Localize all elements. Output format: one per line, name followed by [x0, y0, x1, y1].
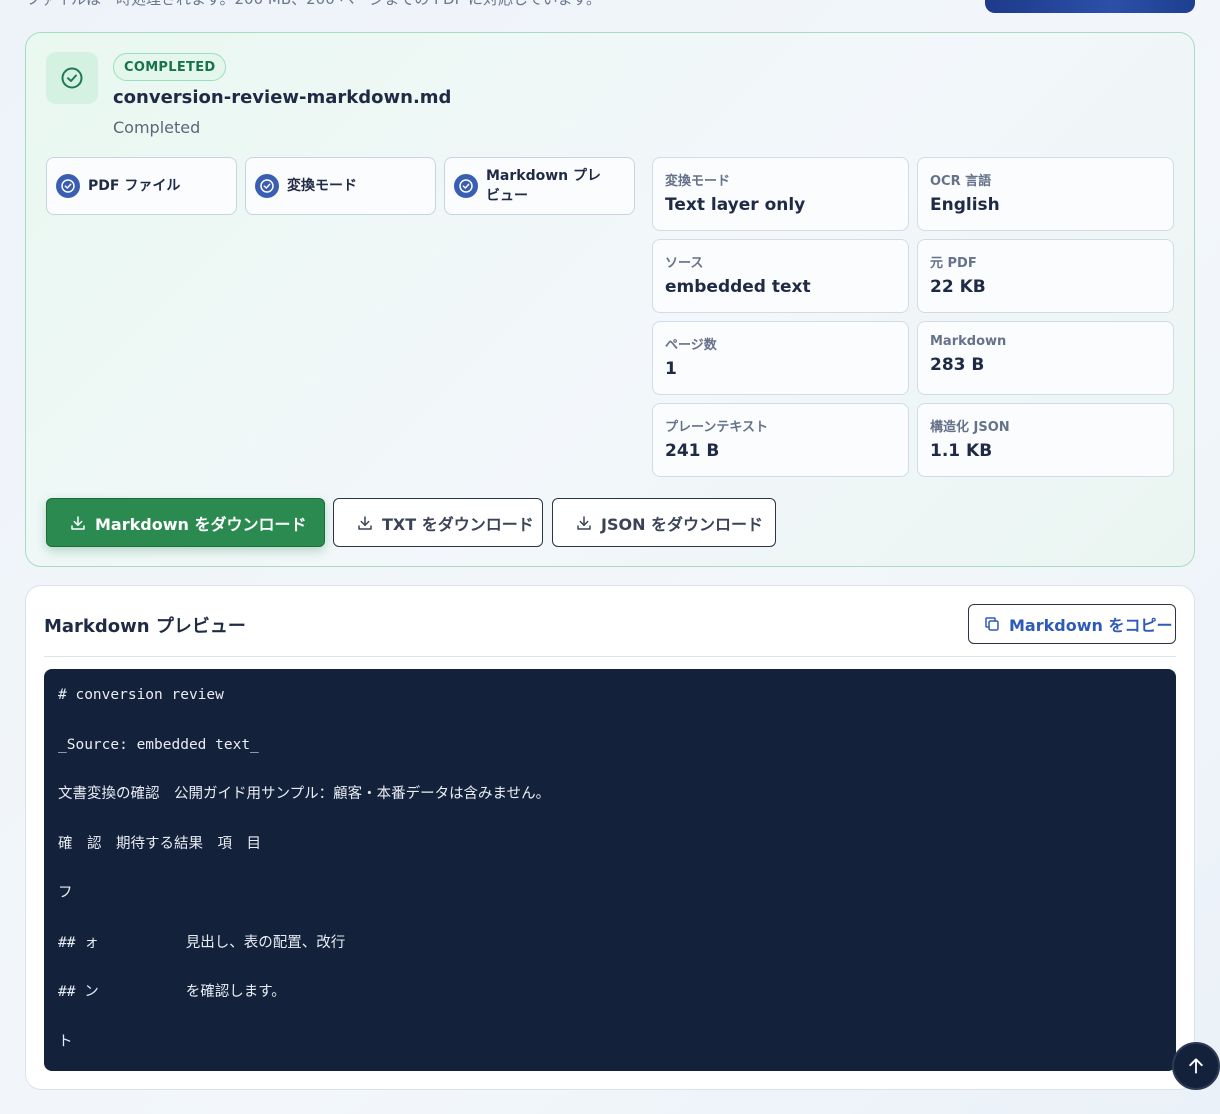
stat-page-count: ページ数 1: [652, 321, 909, 395]
step-conversion-mode: 変換モード: [245, 157, 436, 215]
stat-value: 241 B: [665, 441, 720, 461]
stat-label: 構造化 JSON: [930, 420, 1010, 435]
check-circle-icon: [56, 174, 80, 198]
copy-markdown-label: Markdown をコピー: [1009, 616, 1173, 635]
download-txt-button[interactable]: TXT をダウンロード: [333, 498, 543, 547]
code-line: ト: [58, 1033, 73, 1050]
step-pdf-file: PDF ファイル: [46, 157, 237, 215]
stat-conversion-mode: 変換モード Text layer only: [652, 157, 909, 231]
stat-source: ソース embedded text: [652, 239, 909, 313]
step-label: Markdown プレビュー: [486, 168, 602, 204]
download-markdown-label: Markdown をダウンロード: [95, 514, 307, 534]
stat-label: OCR 言語: [930, 174, 992, 189]
stat-label: 元 PDF: [930, 256, 977, 271]
download-markdown-button[interactable]: Markdown をダウンロード: [46, 498, 325, 547]
check-circle-icon: [255, 174, 279, 198]
preview-title: Markdown プレビュー: [44, 616, 246, 637]
code-line: ## ン を確認します。: [58, 984, 286, 1000]
code-line: 文書変換の確認 公開ガイド用サンプル：顧客・本番データは含みません。: [58, 786, 551, 802]
download-icon: [69, 514, 87, 532]
code-line: 確 認 期待する結果 項 目: [58, 835, 261, 852]
stat-value: 1: [665, 359, 677, 379]
stat-value: Text layer only: [665, 195, 806, 215]
stat-json-size: 構造化 JSON 1.1 KB: [917, 403, 1174, 477]
stat-markdown-size: Markdown 283 B: [917, 321, 1174, 395]
download-json-button[interactable]: JSON をダウンロード: [552, 498, 776, 547]
stat-value: 283 B: [930, 355, 985, 375]
output-filename: conversion-review-markdown.md: [113, 87, 452, 108]
code-line: ## ォ 見出し、表の配置、改行: [58, 934, 346, 951]
code-line: _Source: embedded text_: [58, 736, 259, 753]
status-badge: COMPLETED: [113, 53, 227, 81]
check-circle-icon: [46, 52, 98, 104]
arrow-up-icon: [1186, 1056, 1206, 1076]
upload-note: ファイルは一時処理されます。200 MB、200 ページまでの PDF に対応し…: [26, 0, 601, 9]
stat-label: Markdown: [930, 334, 1007, 349]
stat-label: ソース: [665, 256, 704, 271]
result-card: COMPLETED conversion-review-markdown.md …: [25, 32, 1195, 567]
copy-markdown-button[interactable]: Markdown をコピー: [968, 604, 1176, 644]
download-json-label: JSON をダウンロード: [601, 514, 764, 534]
stat-value: 22 KB: [930, 277, 986, 297]
check-circle-icon: [454, 174, 478, 198]
stat-ocr-language: OCR 言語 English: [917, 157, 1174, 231]
markdown-code-block[interactable]: # conversion review _Source: embedded te…: [44, 669, 1176, 1071]
convert-button[interactable]: [985, 0, 1195, 13]
stat-label: プレーンテキスト: [665, 420, 768, 435]
download-icon: [575, 514, 593, 532]
step-label: 変換モード: [287, 178, 357, 194]
download-txt-label: TXT をダウンロード: [382, 514, 534, 534]
download-icon: [356, 514, 374, 532]
stat-value: embedded text: [665, 277, 811, 297]
copy-icon: [983, 615, 1001, 633]
stat-label: ページ数: [665, 338, 717, 353]
markdown-preview-card: Markdown プレビュー Markdown をコピー # conversio…: [25, 585, 1195, 1090]
code-line: フ: [58, 885, 73, 901]
stat-value: 1.1 KB: [930, 441, 993, 461]
stat-value: English: [930, 195, 1000, 215]
step-markdown-preview: Markdown プレビュー: [444, 157, 635, 215]
stat-plain-text-size: プレーンテキスト 241 B: [652, 403, 909, 477]
scroll-to-top-button[interactable]: [1172, 1042, 1220, 1090]
stat-label: 変換モード: [665, 174, 731, 189]
stat-original-pdf: 元 PDF 22 KB: [917, 239, 1174, 313]
status-text: Completed: [113, 118, 201, 137]
divider: [44, 656, 1176, 657]
step-label: PDF ファイル: [88, 178, 181, 194]
code-line: # conversion review: [58, 687, 224, 703]
